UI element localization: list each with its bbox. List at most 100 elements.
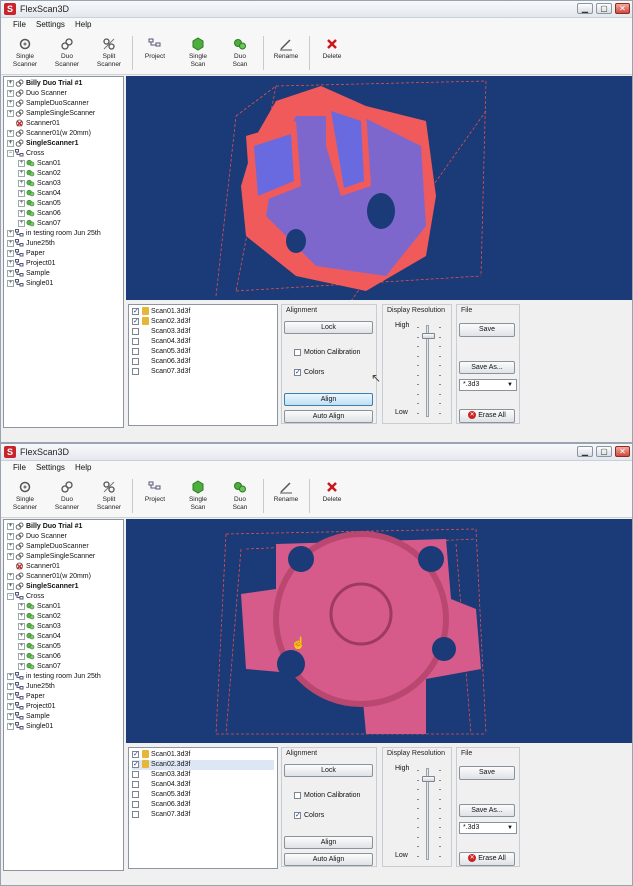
file-list-item[interactable]: ✓ Scan01.3d3f xyxy=(132,750,274,760)
tree-item[interactable]: + Project01 xyxy=(7,702,56,712)
project-button[interactable]: Project xyxy=(135,477,175,517)
tree-item[interactable]: + Paper xyxy=(7,249,45,259)
lock-button[interactable]: Lock xyxy=(284,321,373,334)
duo-scan-button[interactable]: Duo Scan xyxy=(220,34,260,74)
tree-item[interactable]: + Duo Scanner xyxy=(7,532,67,542)
tree-expander[interactable]: + xyxy=(18,622,25,630)
tree-expander[interactable]: + xyxy=(7,672,14,680)
checkbox-box[interactable]: ✓ xyxy=(294,811,301,819)
delete-button[interactable]: Delete xyxy=(312,34,352,74)
tree-item[interactable]: Scanner01 xyxy=(7,119,60,129)
menu-help[interactable]: Help xyxy=(75,20,91,29)
align-button[interactable]: Align xyxy=(284,393,373,406)
tree-item[interactable]: + Scan04 xyxy=(18,632,61,642)
tree-item[interactable]: + Project01 xyxy=(7,259,56,269)
file-list-item[interactable]: ✓ Scan02.3d3f xyxy=(132,317,274,327)
file-list-item[interactable]: ✓ Scan01.3d3f xyxy=(132,307,274,317)
duo-scanner-button[interactable]: Duo Scanner xyxy=(47,34,87,74)
tree-expander[interactable]: + xyxy=(7,99,14,107)
tree-item[interactable]: + SampleDuoScanner xyxy=(7,542,89,552)
tree-item[interactable]: + Sample xyxy=(7,269,50,279)
resolution-slider-thumb[interactable] xyxy=(422,776,435,782)
project-button[interactable]: Project xyxy=(135,34,175,74)
single-scan-button[interactable]: Single Scan xyxy=(178,34,218,74)
file-list-item[interactable]: Scan05.3d3f xyxy=(132,790,274,800)
file-list-item[interactable]: Scan07.3d3f xyxy=(132,367,274,377)
file-checkbox[interactable]: ✓ xyxy=(132,750,139,758)
motion-calibration-checkbox[interactable]: Motion Calibration xyxy=(294,791,360,800)
tree-item[interactable]: + Scan02 xyxy=(18,612,61,622)
tree-expander[interactable]: + xyxy=(18,632,25,640)
tree-expander[interactable]: + xyxy=(7,682,14,690)
tree-expander[interactable]: + xyxy=(7,552,14,560)
file-checkbox[interactable] xyxy=(132,367,139,375)
3d-scan-view[interactable] xyxy=(126,519,632,743)
file-list-item[interactable]: ✓ Scan02.3d3f xyxy=(132,760,274,770)
auto-align-button[interactable]: Auto Align xyxy=(284,410,373,423)
tree-expander[interactable]: + xyxy=(7,522,14,530)
tree-expander[interactable]: + xyxy=(7,109,14,117)
tree-expander[interactable]: + xyxy=(7,129,14,137)
tree-item[interactable]: + SampleSingleScanner xyxy=(7,109,95,119)
tree-expander[interactable]: + xyxy=(7,572,14,580)
save-as-button[interactable]: Save As... xyxy=(459,361,515,374)
tree-item[interactable]: + SingleScanner1 xyxy=(7,139,79,149)
file-checkbox[interactable] xyxy=(132,347,139,355)
save-button[interactable]: Save xyxy=(459,766,515,780)
3d-viewport[interactable] xyxy=(126,76,632,300)
tree-item[interactable]: + Scan01 xyxy=(18,159,61,169)
tree-expander[interactable]: + xyxy=(7,89,14,97)
file-checkbox[interactable] xyxy=(132,780,139,788)
tree-item[interactable]: + Scanner01(w 20mm) xyxy=(7,572,91,582)
tree-item[interactable]: + Single01 xyxy=(7,722,53,732)
tree-item[interactable]: − Cross xyxy=(7,592,44,602)
tree-expander[interactable]: + xyxy=(18,662,25,670)
project-tree[interactable]: + Billy Duo Trial #1 + Duo Scanner + SampleDu… xyxy=(3,519,124,871)
tree-expander[interactable]: + xyxy=(7,259,14,267)
rename-button[interactable]: Rename xyxy=(266,34,306,74)
checkbox-box[interactable] xyxy=(294,791,301,799)
menu-settings[interactable]: Settings xyxy=(36,463,65,472)
tree-item[interactable]: + Scan01 xyxy=(18,602,61,612)
tree-item[interactable]: + Single01 xyxy=(7,279,53,289)
tree-item[interactable]: + Sample xyxy=(7,712,50,722)
tree-item[interactable]: + June25th xyxy=(7,239,55,249)
tree-expander[interactable]: + xyxy=(7,712,14,720)
file-checkbox[interactable] xyxy=(132,327,139,335)
tree-item[interactable]: Scanner01 xyxy=(7,562,60,572)
maximize-button[interactable]: ▢ xyxy=(596,3,612,14)
tree-item[interactable]: + SampleSingleScanner xyxy=(7,552,95,562)
tree-item[interactable]: + Scan07 xyxy=(18,219,61,229)
file-checkbox[interactable] xyxy=(132,357,139,365)
single-scan-button[interactable]: Single Scan xyxy=(178,477,218,517)
tree-expander[interactable]: + xyxy=(18,199,25,207)
tree-item[interactable]: + in testing room Jun 25th xyxy=(7,229,101,239)
file-format-select[interactable]: *.3d3 ▼ xyxy=(459,379,517,391)
erase-all-button[interactable]: ✕ Erase All xyxy=(459,409,515,423)
file-checkbox[interactable] xyxy=(132,337,139,345)
tree-expander[interactable]: + xyxy=(18,159,25,167)
menu-file[interactable]: File xyxy=(13,463,26,472)
tree-item[interactable]: + in testing room Jun 25th xyxy=(7,672,101,682)
tree-item[interactable]: + Billy Duo Trial #1 xyxy=(7,79,82,89)
tree-expander[interactable]: + xyxy=(7,542,14,550)
tree-item[interactable]: + Scan07 xyxy=(18,662,61,672)
tree-item[interactable]: + June25th xyxy=(7,682,55,692)
tree-item[interactable]: + Scan03 xyxy=(18,179,61,189)
file-list-item[interactable]: Scan07.3d3f xyxy=(132,810,274,820)
menu-help[interactable]: Help xyxy=(75,463,91,472)
tree-item[interactable]: + Scanner01(w 20mm) xyxy=(7,129,91,139)
duo-scan-button[interactable]: Duo Scan xyxy=(220,477,260,517)
tree-expander[interactable]: + xyxy=(18,189,25,197)
tree-expander[interactable]: + xyxy=(18,209,25,217)
close-button[interactable]: ✕ xyxy=(615,3,630,14)
file-checkbox[interactable] xyxy=(132,790,139,798)
file-checkbox[interactable] xyxy=(132,800,139,808)
save-button[interactable]: Save xyxy=(459,323,515,337)
duo-scanner-button[interactable]: Duo Scanner xyxy=(47,477,87,517)
colors-checkbox[interactable]: ✓ Colors xyxy=(294,368,324,377)
tree-expander[interactable]: + xyxy=(18,219,25,227)
tree-expander[interactable]: + xyxy=(18,642,25,650)
tree-item[interactable]: + Billy Duo Trial #1 xyxy=(7,522,82,532)
file-list-item[interactable]: Scan04.3d3f xyxy=(132,337,274,347)
